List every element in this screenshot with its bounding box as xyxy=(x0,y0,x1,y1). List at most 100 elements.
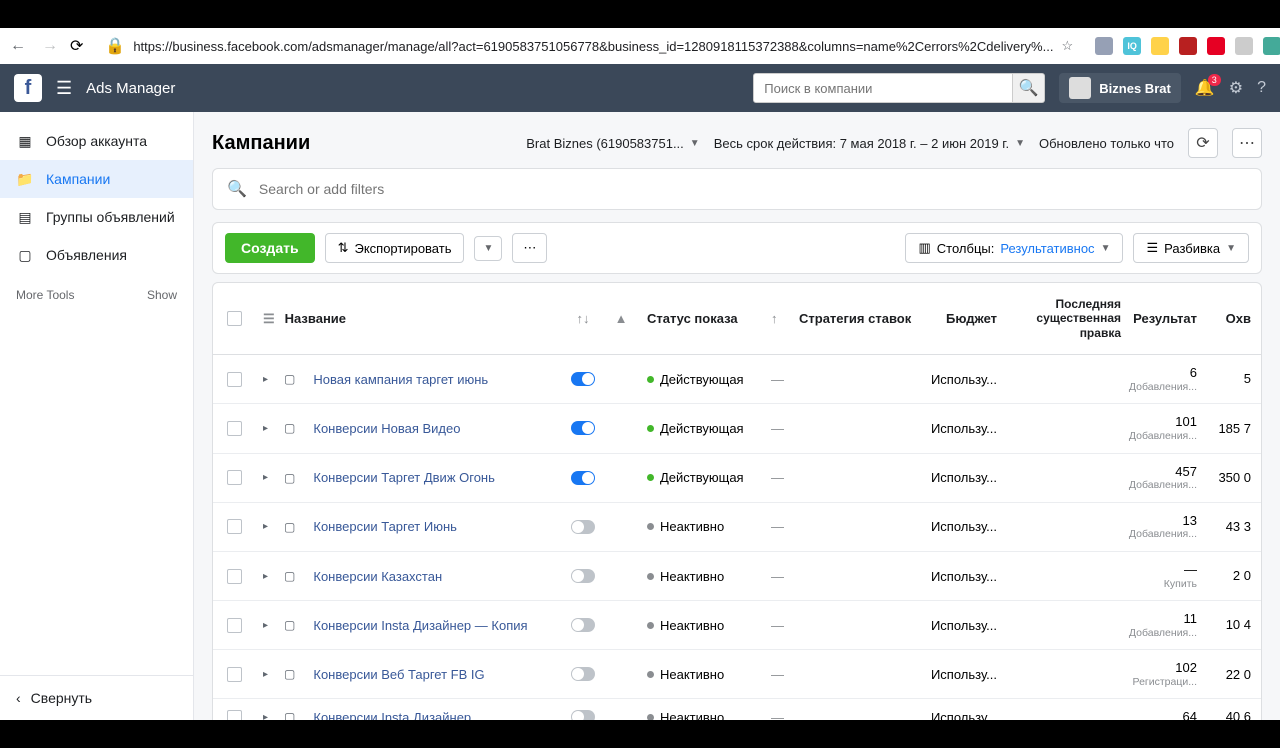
sort-up-icon[interactable]: ↑ xyxy=(763,283,791,354)
campaign-link[interactable]: Конверсии Таргет Движ Огонь xyxy=(313,470,495,485)
campaign-link[interactable]: Конверсии Новая Видео xyxy=(313,421,460,436)
campaign-link[interactable]: Конверсии Insta Дизайнер xyxy=(313,710,471,720)
date-range-dropdown[interactable]: Весь срок действия: 7 мая 2018 г. – 2 ию… xyxy=(714,136,1025,151)
col-budget[interactable]: Бюджет xyxy=(921,283,1005,354)
row-checkbox[interactable] xyxy=(227,667,242,682)
col-result[interactable]: Результат xyxy=(1129,283,1205,354)
create-button[interactable]: Создать xyxy=(225,233,315,263)
expand-icon[interactable]: ▸ xyxy=(263,521,268,532)
url-bar[interactable]: 🔒 https://business.facebook.com/adsmanag… xyxy=(95,32,1083,60)
row-checkbox[interactable] xyxy=(227,618,242,633)
star-icon[interactable]: ☆ xyxy=(1061,38,1073,54)
row-checkbox[interactable] xyxy=(227,372,242,387)
budget-cell: Использу... xyxy=(921,509,1005,544)
col-status[interactable]: Статус показа xyxy=(639,283,763,354)
folder-icon: 📁 xyxy=(16,170,34,188)
campaign-link[interactable]: Новая кампания таргет июнь xyxy=(313,372,488,387)
reload-icon[interactable]: ⟳ xyxy=(70,36,83,56)
reach-value: 40 6 xyxy=(1226,709,1251,720)
expand-icon[interactable]: ▸ xyxy=(263,712,268,720)
export-label: Экспортировать xyxy=(354,241,451,256)
sidebar-item-campaigns[interactable]: 📁 Кампании xyxy=(0,160,193,198)
more-button[interactable]: ⋯ xyxy=(1232,128,1262,158)
row-checkbox[interactable] xyxy=(227,421,242,436)
company-search-input[interactable] xyxy=(753,73,1013,103)
ext-icon[interactable] xyxy=(1235,37,1253,55)
sidebar-item-adsets[interactable]: ▤ Группы объявлений xyxy=(0,198,193,236)
toggle[interactable] xyxy=(571,520,595,534)
ext-icon[interactable] xyxy=(1179,37,1197,55)
toggle[interactable] xyxy=(571,372,595,386)
table-row[interactable]: ▸▢Конверсии Таргет Движ ОгоньДействующая… xyxy=(213,454,1261,503)
columns-value: Результативнос xyxy=(1000,241,1094,256)
row-checkbox[interactable] xyxy=(227,470,242,485)
expand-icon[interactable]: ▸ xyxy=(263,620,268,631)
show-link[interactable]: Show xyxy=(147,288,177,302)
table-row[interactable]: ▸▢Конверсии Insta ДизайнерНеактивно—Испо… xyxy=(213,699,1261,720)
select-all-checkbox[interactable] xyxy=(227,311,242,326)
ext-icon[interactable] xyxy=(1263,37,1280,55)
status-dot xyxy=(647,714,654,720)
campaign-link[interactable]: Конверсии Insta Дизайнер — Копия xyxy=(313,618,527,633)
search-button[interactable]: 🔍 xyxy=(1013,73,1045,103)
col-reach[interactable]: Охв xyxy=(1205,283,1259,354)
toggle[interactable] xyxy=(571,667,595,681)
export-dropdown[interactable]: ▼ xyxy=(474,236,502,261)
expand-icon[interactable]: ▸ xyxy=(263,374,268,385)
expand-icon[interactable]: ▸ xyxy=(263,669,268,680)
menu-icon[interactable]: ☰ xyxy=(56,78,72,99)
grid-icon: ▤ xyxy=(16,208,34,226)
toggle[interactable] xyxy=(571,421,595,435)
sidebar-item-ads[interactable]: ▢ Объявления xyxy=(0,236,193,274)
table-row[interactable]: ▸▢Конверсии КазахстанНеактивно—Использу.… xyxy=(213,552,1261,601)
expand-icon[interactable]: ▸ xyxy=(263,472,268,483)
table-row[interactable]: ▸▢Конверсии Веб Таргет FB IGНеактивно—Ис… xyxy=(213,650,1261,699)
col-lastedit[interactable]: Последняя существенная правка xyxy=(1005,283,1129,354)
campaign-link[interactable]: Конверсии Веб Таргет FB IG xyxy=(313,667,484,682)
col-strategy[interactable]: Стратегия ставок xyxy=(791,283,921,354)
help-icon[interactable]: ? xyxy=(1257,79,1266,97)
row-checkbox[interactable] xyxy=(227,710,242,720)
ext-icon[interactable] xyxy=(1151,37,1169,55)
back-icon[interactable]: ← xyxy=(10,37,26,55)
filter-input[interactable] xyxy=(259,181,1247,197)
facebook-logo[interactable]: f xyxy=(14,74,42,102)
table-row[interactable]: ▸▢Новая кампания таргет июньДействующая—… xyxy=(213,355,1261,404)
reach-value: 350 0 xyxy=(1218,470,1251,486)
collapse-label: Свернуть xyxy=(31,690,92,706)
export-button[interactable]: ⇅ Экспортировать xyxy=(325,233,465,263)
ext-icon[interactable] xyxy=(1207,37,1225,55)
table-row[interactable]: ▸▢Конверсии Новая ВидеоДействующая—Испол… xyxy=(213,404,1261,453)
result-sub: Регистраци... xyxy=(1133,676,1197,689)
account-dropdown[interactable]: Brat Biznes (6190583751... ▼ xyxy=(526,136,699,151)
campaign-link[interactable]: Конверсии Казахстан xyxy=(313,569,442,584)
account-selector[interactable]: Biznes Brat xyxy=(1059,73,1181,103)
forward-icon[interactable]: → xyxy=(42,37,58,55)
collapse-sidebar[interactable]: ‹ Свернуть xyxy=(0,675,193,720)
toggle[interactable] xyxy=(571,710,595,720)
status-dot xyxy=(647,425,654,432)
breakdown-dropdown[interactable]: ☰ Разбивка ▼ xyxy=(1133,233,1249,263)
warning-icon[interactable]: ▲ xyxy=(603,283,639,354)
sort-icon[interactable]: ↑↓ xyxy=(563,283,603,354)
more-actions-button[interactable]: ⋯ xyxy=(512,233,547,263)
refresh-button[interactable]: ⟳ xyxy=(1188,128,1218,158)
toggle[interactable] xyxy=(571,471,595,485)
toggle[interactable] xyxy=(571,618,595,632)
expand-icon[interactable]: ▸ xyxy=(263,571,268,582)
campaign-link[interactable]: Конверсии Таргет Июнь xyxy=(313,519,457,534)
row-checkbox[interactable] xyxy=(227,519,242,534)
status-dot xyxy=(647,474,654,481)
toggle[interactable] xyxy=(571,569,595,583)
col-name[interactable]: Название xyxy=(285,311,346,326)
expand-icon[interactable]: ▸ xyxy=(263,423,268,434)
table-row[interactable]: ▸▢Конверсии Таргет ИюньНеактивно—Использ… xyxy=(213,503,1261,552)
table-row[interactable]: ▸▢Конверсии Insta Дизайнер — КопияНеакти… xyxy=(213,601,1261,650)
search-icon: 🔍 xyxy=(227,179,247,199)
columns-dropdown[interactable]: ▥ Столбцы: Результативнос ▼ xyxy=(905,233,1123,263)
gear-icon[interactable]: ⚙ xyxy=(1229,78,1243,98)
ext-icon[interactable] xyxy=(1095,37,1113,55)
ext-icon[interactable]: IQ xyxy=(1123,37,1141,55)
sidebar-item-overview[interactable]: ▦ Обзор аккаунта xyxy=(0,122,193,160)
row-checkbox[interactable] xyxy=(227,569,242,584)
